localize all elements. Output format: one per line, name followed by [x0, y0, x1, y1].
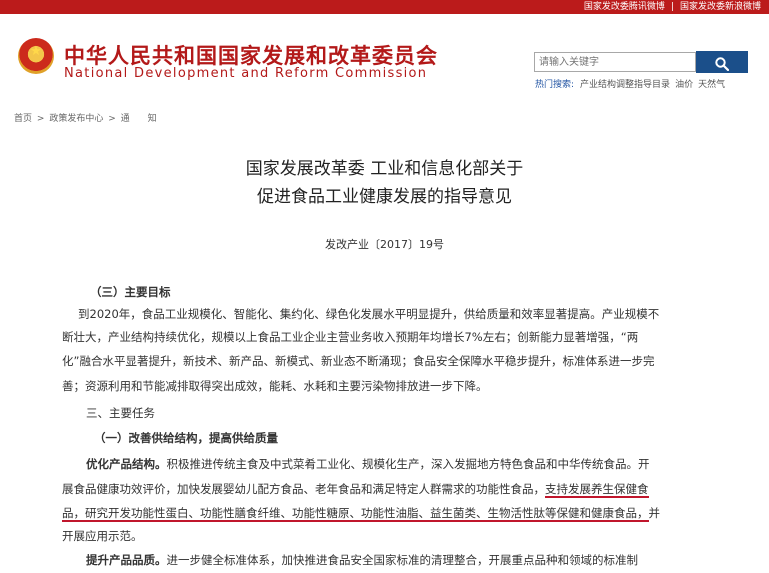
search-icon [715, 57, 729, 71]
highlighted-text: 支持发展养生保健食 [545, 482, 649, 498]
optimize-paragraph-line2: 展食品健康功效评价，加快发展婴幼儿配方食品、老年食品和满足特定人群需求的功能性食… [62, 481, 649, 498]
breadcrumb: 首页 > 政策发布中心 > 通 知 [14, 111, 157, 124]
hot-search-label: 热门搜索: [535, 80, 575, 90]
hot-search: 热门搜索: 产业结构调整指导目录 油价 天然气 [535, 77, 730, 90]
search-input[interactable] [534, 52, 696, 72]
optimize-label: 优化产品结构。 [86, 457, 167, 471]
highlighted-text: 品，研究开发功能性蛋白、功能性膳食纤维、功能性糖原、功能性油脂、益生菌类、生物活… [62, 506, 649, 522]
optimize-text: 展食品健康功效评价，加快发展婴幼儿配方食品、老年食品和满足特定人群需求的功能性食… [62, 482, 545, 496]
top-links: 国家发改委腾讯微博 | 国家发改委新浪微博 [584, 1, 761, 13]
top-separator: | [670, 2, 674, 12]
tasks-heading: 三、主要任务 [86, 406, 155, 420]
hot-search-item[interactable]: 油价 [675, 80, 693, 90]
goal-paragraph-line: 断壮大，产业结构持续优化，规模以上食品工业企业主营业务收入预期年均增长7%左右；… [62, 330, 639, 344]
optimize-paragraph-line4: 开展应用示范。 [62, 529, 143, 543]
hot-search-item[interactable]: 天然气 [698, 80, 725, 90]
site-title-en: National Development and Reform Commissi… [64, 66, 428, 81]
goal-heading: （三）主要目标 [90, 285, 171, 299]
goal-paragraph-line: 化”融合水平显著提升，新技术、新产品、新模式、新业态不断涌现；食品安全保障水平稳… [62, 354, 655, 368]
hot-search-item[interactable]: 产业结构调整指导目录 [580, 80, 670, 90]
optimize-paragraph-line3: 品，研究开发功能性蛋白、功能性膳食纤维、功能性糖原、功能性油脂、益生菌类、生物活… [62, 505, 661, 522]
breadcrumb-policy-center[interactable]: 政策发布中心 [49, 114, 103, 124]
breadcrumb-notice[interactable]: 通 知 [121, 114, 157, 124]
top-bar: 国家发改委腾讯微博 | 国家发改委新浪微博 [0, 0, 769, 14]
breadcrumb-separator: > [36, 114, 45, 124]
search-button[interactable] [696, 51, 748, 73]
optimize-text: 积极推进传统主食及中式菜肴工业化、规模化生产，深入发掘地方特色食品和中华传统食品… [166, 457, 650, 471]
goal-paragraph-line: 善；资源利用和节能减排取得突出成效，能耗、水耗和主要污染物排放进一步下降。 [62, 379, 488, 393]
sina-weibo-link[interactable]: 国家发改委新浪微博 [680, 2, 761, 12]
document-title-line2: 促进食品工业健康发展的指导意见 [257, 187, 512, 207]
tencent-weibo-link[interactable]: 国家发改委腾讯微博 [584, 2, 665, 12]
breadcrumb-home[interactable]: 首页 [14, 114, 32, 124]
quality-text: 进一步健全标准体系，加快推进食品安全国家标准的清理整合，开展重点品种和领域的标准… [166, 553, 639, 567]
document-number: 发改产业〔2017〕19号 [325, 238, 444, 251]
national-emblem-icon: ★ [18, 38, 54, 74]
goal-paragraph-line: 到2020年，食品工业规模化、智能化、集约化、绿色化发展水平明显提升，供给质量和… [78, 307, 660, 321]
optimize-text: 并 [648, 506, 661, 520]
quality-label: 提升产品品质。 [86, 553, 167, 567]
breadcrumb-separator: > [108, 114, 116, 124]
subsection-heading: （一）改善供给结构，提高供给质量 [94, 431, 278, 445]
document-title-line1: 国家发展改革委 工业和信息化部关于 [245, 159, 524, 179]
optimize-paragraph-line1: 优化产品结构。积极推进传统主食及中式菜肴工业化、规模化生产，深入发掘地方特色食品… [86, 456, 650, 472]
quality-paragraph-line1: 提升产品品质。进一步健全标准体系，加快推进食品安全国家标准的清理整合，开展重点品… [86, 552, 638, 568]
